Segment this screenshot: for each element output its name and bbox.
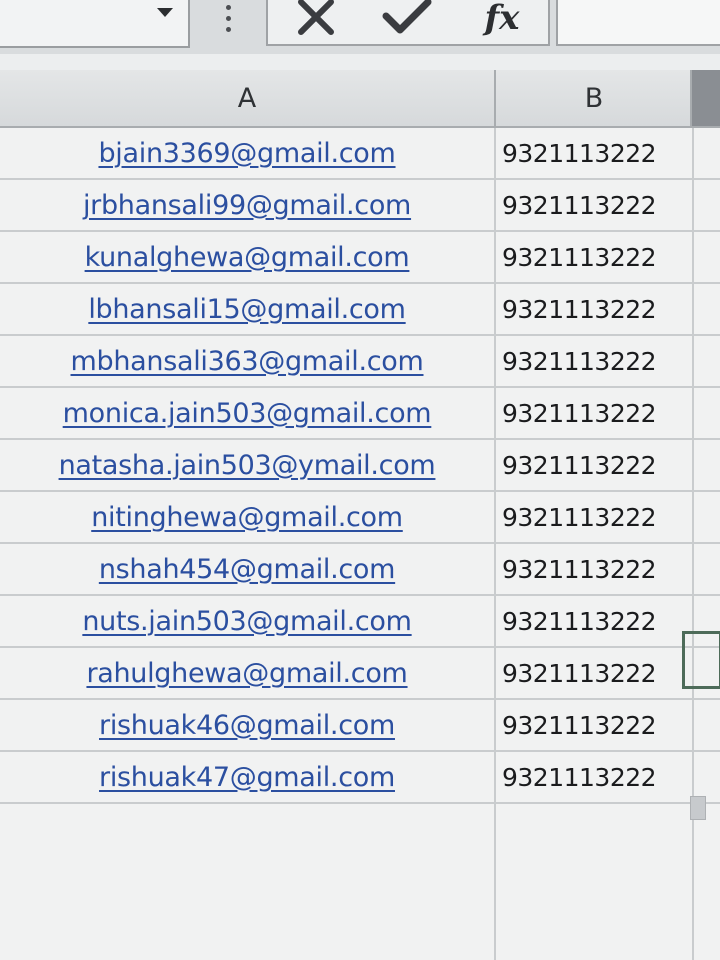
table-row: nuts.jain503@gmail.com 9321113222 <box>0 596 720 648</box>
empty-cell[interactable] <box>694 232 720 282</box>
email-cell[interactable]: mbhansali363@gmail.com <box>0 336 494 386</box>
empty-cell[interactable] <box>694 180 720 230</box>
email-link[interactable]: nshah454@gmail.com <box>99 554 396 585</box>
phone-value: 9321113222 <box>502 450 657 480</box>
table-row: kunalghewa@gmail.com 9321113222 <box>0 232 720 284</box>
empty-cell[interactable] <box>694 700 720 750</box>
phone-value: 9321113222 <box>502 138 657 168</box>
column-header-c[interactable] <box>692 70 720 126</box>
phone-cell[interactable]: 9321113222 <box>496 284 692 334</box>
formula-buttons: fx <box>266 0 550 46</box>
empty-cell[interactable] <box>694 440 720 490</box>
chevron-down-icon[interactable] <box>146 0 184 30</box>
empty-cell[interactable] <box>694 336 720 386</box>
email-cell[interactable]: nuts.jain503@gmail.com <box>0 596 494 646</box>
phone-cell[interactable]: 9321113222 <box>496 232 692 282</box>
empty-cell[interactable] <box>694 544 720 594</box>
table-row: natasha.jain503@ymail.com 9321113222 <box>0 440 720 492</box>
phone-cell[interactable]: 9321113222 <box>496 492 692 542</box>
table-row: monica.jain503@gmail.com 9321113222 <box>0 388 720 440</box>
phone-value: 9321113222 <box>502 346 657 376</box>
checkmark-icon <box>382 0 432 34</box>
phone-value: 9321113222 <box>502 606 657 636</box>
email-cell[interactable]: natasha.jain503@ymail.com <box>0 440 494 490</box>
phone-value: 9321113222 <box>502 242 657 272</box>
empty-cell[interactable] <box>694 388 720 438</box>
phone-cell[interactable]: 9321113222 <box>496 440 692 490</box>
cancel-button[interactable] <box>282 0 352 40</box>
insert-function-button[interactable]: fx <box>464 0 540 40</box>
phone-value: 9321113222 <box>502 658 657 688</box>
table-row: nitinghewa@gmail.com 9321113222 <box>0 492 720 544</box>
email-link[interactable]: rahulghewa@gmail.com <box>86 658 407 689</box>
fill-handle[interactable] <box>690 796 706 820</box>
email-cell[interactable]: rishuak47@gmail.com <box>0 752 494 802</box>
phone-value: 9321113222 <box>502 398 657 428</box>
enter-button[interactable] <box>372 0 442 40</box>
phone-cell[interactable]: 9321113222 <box>496 336 692 386</box>
phone-cell[interactable]: 9321113222 <box>496 388 692 438</box>
table-row: rahulghewa@gmail.com 9321113222 <box>0 648 720 700</box>
empty-cell[interactable] <box>694 284 720 334</box>
name-box[interactable] <box>0 0 190 48</box>
email-link[interactable]: mbhansali363@gmail.com <box>71 346 424 377</box>
column-header-row: A B <box>0 70 720 128</box>
email-cell[interactable]: lbhansali15@gmail.com <box>0 284 494 334</box>
phone-value: 9321113222 <box>502 502 657 532</box>
phone-cell[interactable]: 9321113222 <box>496 648 692 698</box>
phone-cell[interactable]: 9321113222 <box>496 180 692 230</box>
formula-input[interactable] <box>556 0 720 46</box>
email-cell[interactable]: kunalghewa@gmail.com <box>0 232 494 282</box>
email-link[interactable]: nuts.jain503@gmail.com <box>82 606 412 637</box>
email-cell[interactable]: rahulghewa@gmail.com <box>0 648 494 698</box>
email-link[interactable]: rishuak46@gmail.com <box>99 710 395 741</box>
email-link[interactable]: nitinghewa@gmail.com <box>91 502 403 533</box>
table-row: lbhansali15@gmail.com 9321113222 <box>0 284 720 336</box>
table-row: mbhansali363@gmail.com 9321113222 <box>0 336 720 388</box>
spreadsheet-grid: bjain3369@gmail.com 9321113222 jrbhansal… <box>0 128 720 960</box>
phone-cell[interactable]: 9321113222 <box>496 128 692 178</box>
phone-value: 9321113222 <box>502 294 657 324</box>
email-link[interactable]: lbhansali15@gmail.com <box>88 294 406 325</box>
email-link[interactable]: natasha.jain503@ymail.com <box>59 450 436 481</box>
formula-bar: fx <box>0 0 720 54</box>
grip-handle-icon[interactable] <box>218 0 238 36</box>
selected-cell[interactable] <box>682 631 720 689</box>
email-link[interactable]: monica.jain503@gmail.com <box>63 398 432 429</box>
x-icon <box>298 0 334 35</box>
table-row: rishuak47@gmail.com 9321113222 <box>0 752 720 804</box>
phone-value: 9321113222 <box>502 554 657 584</box>
fx-icon: fx <box>484 0 520 38</box>
email-cell[interactable]: nitinghewa@gmail.com <box>0 492 494 542</box>
email-cell[interactable]: jrbhansali99@gmail.com <box>0 180 494 230</box>
email-cell[interactable]: monica.jain503@gmail.com <box>0 388 494 438</box>
empty-cell[interactable] <box>694 128 720 178</box>
empty-cell[interactable] <box>694 492 720 542</box>
empty-cell[interactable] <box>694 752 720 802</box>
phone-value: 9321113222 <box>502 762 657 792</box>
phone-value: 9321113222 <box>502 710 657 740</box>
column-header-b[interactable]: B <box>496 70 692 126</box>
email-cell[interactable]: bjain3369@gmail.com <box>0 128 494 178</box>
phone-cell[interactable]: 9321113222 <box>496 752 692 802</box>
table-row: nshah454@gmail.com 9321113222 <box>0 544 720 596</box>
email-link[interactable]: kunalghewa@gmail.com <box>85 242 410 273</box>
email-cell[interactable]: nshah454@gmail.com <box>0 544 494 594</box>
email-link[interactable]: jrbhansali99@gmail.com <box>83 190 411 221</box>
table-row: bjain3369@gmail.com 9321113222 <box>0 128 720 180</box>
column-header-a[interactable]: A <box>0 70 494 126</box>
table-row: rishuak46@gmail.com 9321113222 <box>0 700 720 752</box>
phone-cell[interactable]: 9321113222 <box>496 700 692 750</box>
phone-cell[interactable]: 9321113222 <box>496 596 692 646</box>
email-link[interactable]: rishuak47@gmail.com <box>99 762 395 793</box>
phone-value: 9321113222 <box>502 190 657 220</box>
table-row: jrbhansali99@gmail.com 9321113222 <box>0 180 720 232</box>
email-link[interactable]: bjain3369@gmail.com <box>98 138 395 169</box>
email-cell[interactable]: rishuak46@gmail.com <box>0 700 494 750</box>
phone-cell[interactable]: 9321113222 <box>496 544 692 594</box>
